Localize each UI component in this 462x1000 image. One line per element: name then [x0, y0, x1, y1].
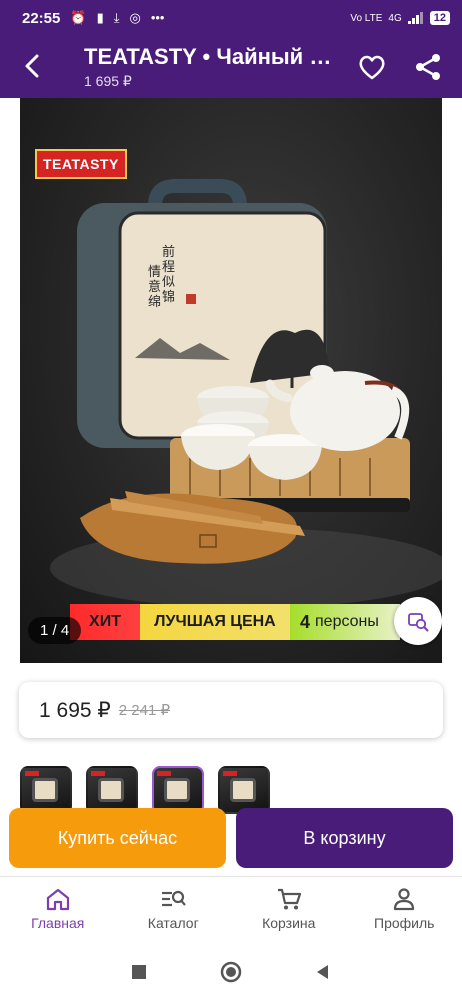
tab-profile[interactable]: Профиль: [347, 877, 462, 944]
old-price: 2 241 ₽: [118, 702, 170, 719]
clipboard-icon: ▮: [96, 10, 104, 25]
page-subtitle-price: 1 695 ₽: [84, 73, 132, 89]
profile-icon: [394, 888, 415, 911]
product-image[interactable]: 前程似锦 情意绵 TEATASTY ХИТ ЛУЧШАЯ ЦЕНА 4 перс…: [20, 98, 442, 663]
bottom-tab-bar: Главная Каталог Корзина Профиль: [0, 876, 462, 944]
download-icon: ⤓: [113, 10, 120, 25]
badge-persons: 4 персоны: [290, 604, 400, 640]
status-notification-icons: ⏰ ▮ ⤓ ◎ •••: [70, 10, 164, 26]
tab-home[interactable]: Главная: [0, 877, 116, 944]
thumbnail-2[interactable]: [86, 766, 138, 814]
cart-icon: [277, 888, 301, 910]
tab-catalog-label: Каталог: [147, 915, 199, 931]
image-counter: 1 / 4: [28, 617, 82, 644]
battery-icon: 12: [429, 11, 450, 25]
thumbnail-3-selected[interactable]: [152, 766, 204, 814]
signal-icon: [407, 12, 423, 24]
more-icon: •••: [150, 10, 165, 25]
alarm-icon: ⏰: [70, 10, 87, 25]
home-icon: [46, 888, 69, 911]
back-button[interactable]: [18, 50, 46, 82]
catalog-search-icon: [162, 890, 187, 907]
home-circle-icon[interactable]: [219, 960, 243, 984]
persons-number: 4: [300, 611, 311, 632]
svg-text:前: 前: [162, 244, 175, 259]
image-search-icon: [408, 613, 429, 632]
system-navigation-bar: [0, 944, 462, 1000]
thumbnail-1[interactable]: [20, 766, 72, 814]
share-icon: [416, 54, 440, 80]
network-label: 4G: [388, 12, 402, 24]
teaset-illustration: 前程似锦 情意绵: [50, 179, 442, 608]
promo-badges: ХИТ ЛУЧШАЯ ЦЕНА 4 персоны: [70, 604, 400, 640]
persons-label: персоны: [315, 613, 379, 630]
heart-icon: [359, 55, 385, 80]
svg-text:绵: 绵: [148, 294, 161, 309]
tab-home-label: Главная: [31, 915, 85, 931]
add-to-cart-button[interactable]: В корзину: [236, 808, 453, 868]
svg-text:似: 似: [162, 274, 175, 289]
volte-icon: Vo LTE: [350, 12, 383, 24]
status-time: 22:55: [22, 9, 61, 27]
favorite-button[interactable]: [356, 51, 388, 83]
svg-text:程: 程: [162, 259, 175, 274]
recents-icon[interactable]: [129, 962, 149, 982]
badge-best-price: ЛУЧШАЯ ЦЕНА: [140, 604, 290, 640]
viber-icon: ◎: [129, 10, 141, 25]
price-card: 1 695 ₽ 2 241 ₽: [19, 682, 443, 738]
tab-profile-label: Профиль: [374, 915, 435, 931]
status-system: Vo LTE 4G 12: [350, 11, 450, 25]
tab-cart[interactable]: Корзина: [231, 877, 347, 944]
page-title: TEATASTY • Чайный набор: [84, 44, 344, 69]
image-search-button[interactable]: [394, 597, 442, 645]
tab-cart-label: Корзина: [262, 915, 316, 931]
current-price: 1 695 ₽: [39, 698, 111, 722]
buy-now-button[interactable]: Купить сейчас: [9, 808, 226, 868]
tab-catalog[interactable]: Каталог: [116, 877, 232, 944]
back-arrow-icon: [25, 54, 39, 78]
svg-text:意: 意: [148, 279, 161, 294]
svg-text:锦: 锦: [162, 289, 175, 304]
thumbnail-strip: [20, 766, 270, 814]
status-bar: 22:55 ⏰ ▮ ⤓ ◎ ••• Vo LTE 4G 12: [0, 0, 462, 36]
header-title-block: TEATASTY • Чайный набор 1 695 ₽: [84, 44, 344, 90]
badge-hit: ХИТ: [70, 604, 140, 640]
back-triangle-icon[interactable]: [313, 962, 333, 982]
svg-text:情: 情: [148, 264, 161, 279]
thumbnail-4[interactable]: [218, 766, 270, 814]
share-button[interactable]: [412, 51, 444, 83]
app-header: TEATASTY • Чайный набор 1 695 ₽: [0, 36, 462, 98]
brand-badge: TEATASTY: [35, 149, 127, 179]
